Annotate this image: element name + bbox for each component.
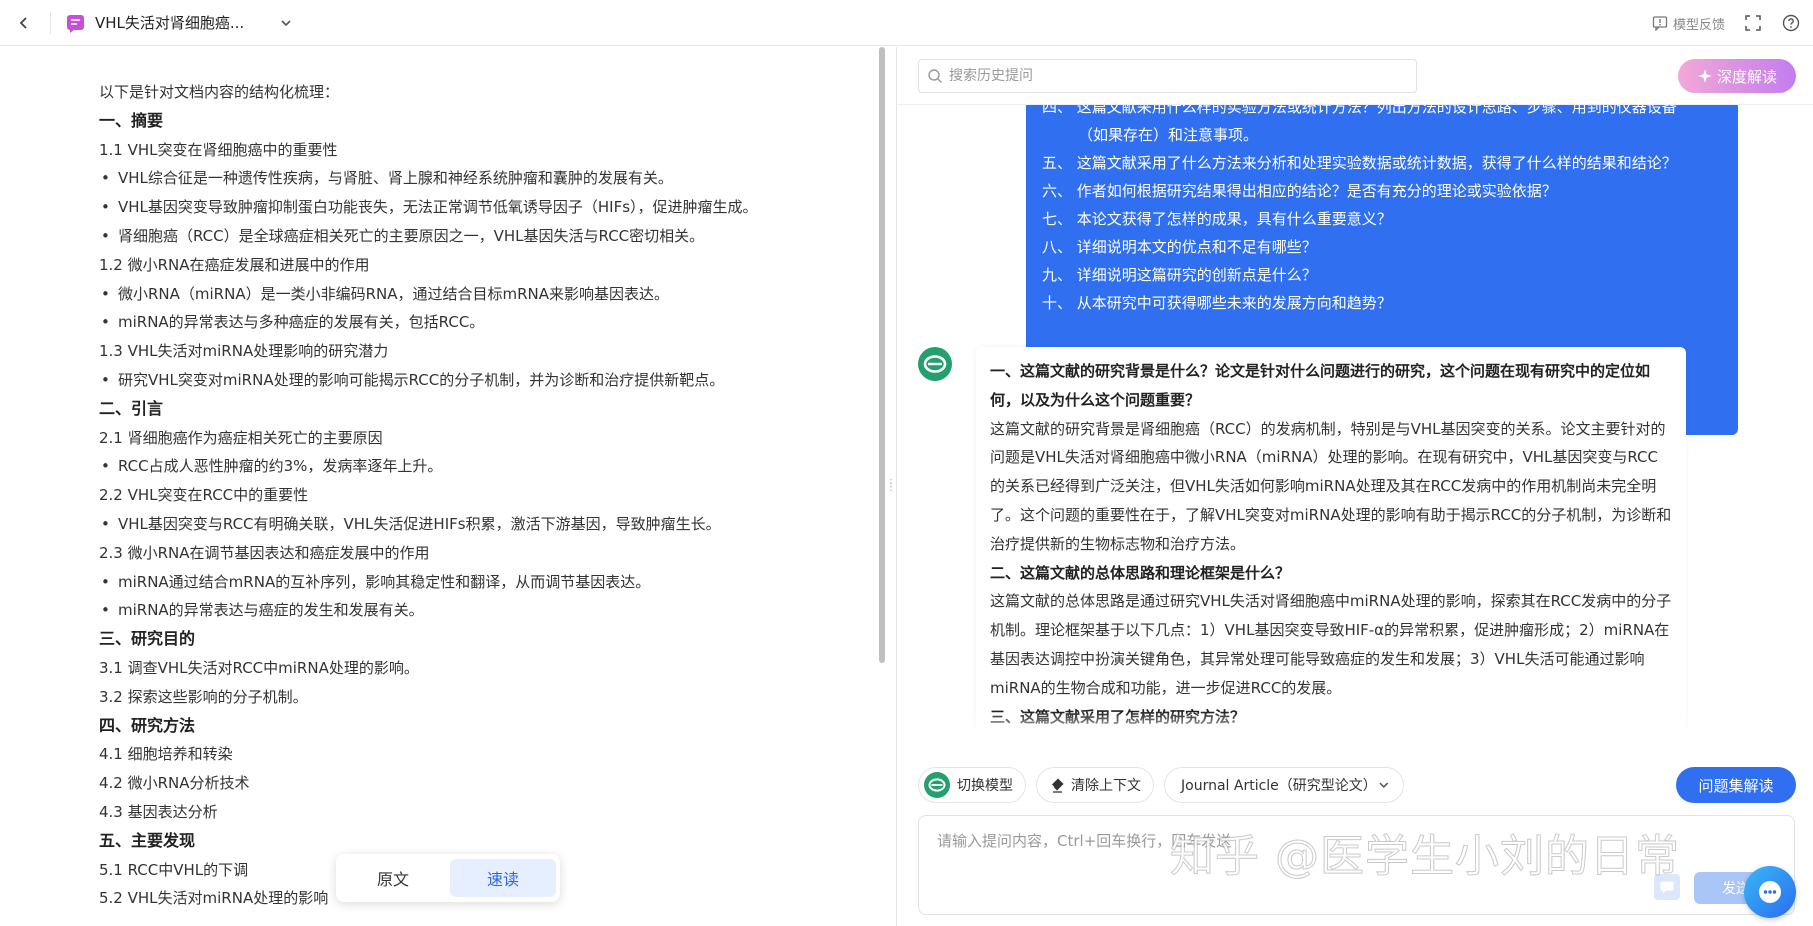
bullet-item: 肾细胞癌（RCC）是全球癌症相关死亡的主要原因之一，VHL基因失活与RCC密切相…: [99, 222, 789, 251]
bullet-item: 研究VHL突变对miRNA处理的影响可能揭示RCC的分子机制，并为诊断和治疗提供…: [99, 366, 789, 395]
feedback-icon: [1652, 16, 1668, 31]
subsection-line: 4.1 细胞培养和转染: [99, 745, 233, 764]
model-logo-icon: [924, 772, 950, 798]
view-mode-switch: 原文 速读: [336, 854, 560, 902]
clear-context-label: 清除上下文: [1071, 778, 1141, 794]
arrow-left-icon: [19, 17, 27, 29]
history-search-input[interactable]: [949, 68, 1389, 84]
document-title[interactable]: VHL失活对肾细胞癌...: [95, 12, 244, 34]
chat-support-icon: [1759, 881, 1781, 903]
switch-model-label: 切换模型: [957, 778, 1013, 794]
subsection-line: 4.3 基因表达分析: [99, 802, 218, 821]
user-question-line: 四、 这篇文献采用什么样的实验方法或统计方法？列出方法的设计思路、步骤、用到的仪…: [1042, 105, 1677, 116]
chevron-down-icon: [1379, 782, 1389, 788]
history-search: [918, 59, 1417, 93]
bullet-item: VHL基因突变与RCC有明确关联，VHL失活促进HIFs积累，激活下游基因，导致…: [99, 510, 789, 539]
fullscreen-icon: [1745, 15, 1761, 31]
customer-service-button[interactable]: [1744, 866, 1796, 918]
bullet-item: miRNA的异常表达与多种癌症的发展有关，包括RCC。: [99, 308, 789, 337]
subsection-line: 1.2 微小RNA在癌症发展和进展中的作用: [99, 255, 370, 274]
user-question-line: 十、 从本研究中可获得哪些未来的发展方向和趋势？: [1042, 294, 1392, 312]
mode-speed-read-button[interactable]: 速读: [450, 859, 556, 897]
document-scrollbar[interactable]: [879, 47, 885, 663]
chat-toolbar: 切换模型 清除上下文 Journal Article（研究型论文）: [918, 767, 1404, 803]
resize-handle[interactable]: ⋮ ⋮: [886, 479, 896, 502]
user-question-line: 六、 作者如何根据研究结果得出相应的结论？是否有充分的理论或实验依据？: [1042, 182, 1557, 200]
article-type-select[interactable]: Journal Article（研究型论文）: [1164, 767, 1404, 803]
answer-heading: 一、这篇文献的研究背景是什么？论文是针对什么问题进行的研究，这个问题在现有研究中…: [990, 362, 1651, 409]
ai-avatar-icon: [918, 347, 952, 381]
answer-paragraph: 这篇文献的研究背景是肾细胞癌（RCC）的发病机制，特别是与VHL基因突变的关系。…: [990, 419, 1672, 553]
chat-input-box: 发送: [918, 815, 1795, 915]
chevron-down-icon[interactable]: [279, 16, 293, 30]
subsection-line: 2.2 VHL突变在RCC中的重要性: [99, 486, 309, 505]
document-pane: 以下是针对文档内容的结构化梳理： 一、摘要 1.1 VHL突变在肾细胞癌中的重要性 V…: [0, 47, 890, 926]
help-icon: [1782, 14, 1800, 32]
deep-read-button[interactable]: 深度解读: [1678, 59, 1796, 93]
chat-input[interactable]: [937, 830, 1717, 870]
model-feedback-button[interactable]: 模型反馈: [1652, 14, 1725, 33]
model-feedback-label: 模型反馈: [1672, 17, 1725, 33]
subsection-line: 1.3 VHL失活对miRNA处理影响的研究潜力: [99, 342, 389, 361]
doc-chat-icon: [67, 15, 84, 33]
switch-model-button[interactable]: 切换模型: [918, 767, 1026, 803]
subsection-line: 2.3 微小RNA在调节基因表达和癌症发展中的作用: [99, 543, 430, 562]
question-set-button[interactable]: 问题集解读: [1676, 767, 1796, 803]
eraser-icon: [1051, 778, 1064, 793]
subsection-line: 3.2 探索这些影响的分子机制。: [99, 687, 308, 706]
chat-fade: [898, 712, 1813, 738]
answer-heading: 二、这篇文献的总体思路和理论框架是什么？: [990, 563, 1291, 582]
subsection-line: 4.2 微小RNA分析技术: [99, 774, 250, 793]
user-question-line: 九、 详细说明这篇研究的创新点是什么？: [1042, 266, 1317, 284]
sparkle-icon: [1697, 69, 1712, 83]
bullet-item: miRNA通过结合mRNA的互补序列，影响其稳定性和翻译，从而调节基因表达。: [99, 568, 789, 597]
structured-summary: 以下是针对文档内容的结构化梳理： 一、摘要 1.1 VHL突变在肾细胞癌中的重要性 V…: [99, 78, 789, 913]
bullet-item: 微小RNA（miRNA）是一类小非编码RNA，通过结合目标mRNA来影响基因表达…: [99, 280, 789, 309]
chat-messages: 四、 这篇文献采用什么样的实验方法或统计方法？列出方法的设计思路、步骤、用到的仪…: [898, 105, 1813, 737]
section-heading: 四、研究方法: [99, 715, 196, 735]
user-question-line: 七、 本论文获得了怎样的成果，具有什么重要意义？: [1042, 210, 1392, 228]
ai-answer-bubble: 一、这篇文献的研究背景是什么？论文是针对什么问题进行的研究，这个问题在现有研究中…: [976, 347, 1686, 737]
subsection-line: 3.1 调查VHL失活对RCC中miRNA处理的影响。: [99, 658, 419, 677]
article-type-value: Journal Article（研究型论文）: [1181, 778, 1377, 794]
bullet-item: RCC占成人恶性肿瘤的约3%，发病率逐年上升。: [99, 452, 789, 481]
mode-original-button[interactable]: 原文: [340, 859, 446, 897]
user-question-line: （如果存在）和注意事项。: [1078, 126, 1259, 144]
top-bar: VHL失活对肾细胞癌... 模型反馈: [0, 0, 1813, 46]
answer-paragraph: 这篇文献的总体思路是通过研究VHL失活对肾细胞癌中miRNA处理的影响，探索其在…: [990, 592, 1672, 697]
chat-bubble-icon: [1660, 881, 1674, 894]
help-button[interactable]: [1781, 13, 1801, 33]
header-actions: 模型反馈: [1652, 11, 1801, 35]
bullet-item: VHL基因突变导致肿瘤抑制蛋白功能丧失，无法正常调节低氧诱导因子（HIFs），促…: [99, 193, 789, 222]
clear-context-button[interactable]: 清除上下文: [1036, 767, 1154, 803]
header-divider: [50, 12, 51, 34]
fullscreen-button[interactable]: [1743, 13, 1763, 33]
section-heading: 一、摘要: [99, 110, 164, 130]
subsection-line: 以下是针对文档内容的结构化梳理：: [99, 83, 340, 101]
section-heading: 五、主要发现: [99, 830, 196, 850]
search-icon: [928, 69, 942, 83]
user-question-line: 五、 这篇文献采用了什么方法来分析和处理实验数据或统计数据，获得了什么样的结果和…: [1042, 154, 1677, 172]
pane-divider: [896, 47, 897, 926]
subsection-line: 2.1 肾细胞癌作为癌症相关死亡的主要原因: [99, 428, 383, 447]
bullet-item: VHL综合征是一种遗传性疾病，与肾脏、肾上腺和神经系统肿瘤和囊肿的发展有关。: [99, 164, 789, 193]
bullet-item: miRNA的异常表达与癌症的发生和发展有关。: [99, 596, 789, 625]
section-heading: 二、引言: [99, 398, 164, 418]
back-button[interactable]: [12, 11, 36, 35]
section-heading: 三、研究目的: [99, 629, 196, 649]
attach-button[interactable]: [1654, 874, 1680, 900]
subsection-line: 1.1 VHL突变在肾细胞癌中的重要性: [99, 140, 338, 159]
user-question-line: 八、 详细说明本文的优点和不足有哪些？: [1042, 238, 1317, 256]
deep-read-label: 深度解读: [1716, 67, 1777, 86]
